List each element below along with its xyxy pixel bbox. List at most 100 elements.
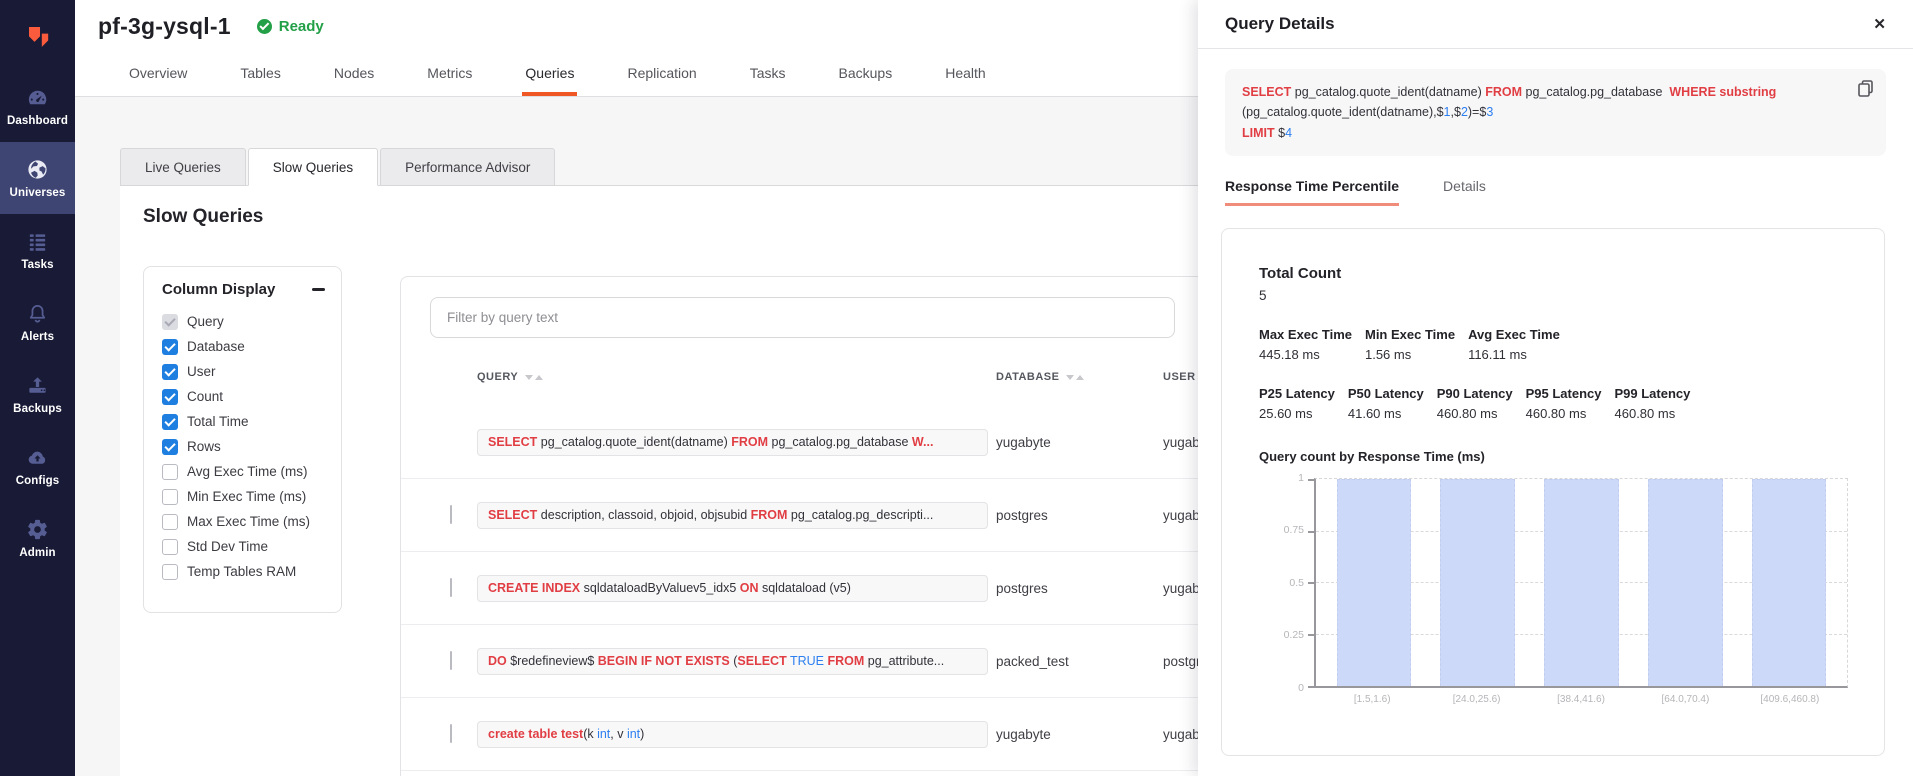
tab-metrics[interactable]: Metrics [424,65,475,96]
column-option-count[interactable]: Count [162,384,325,409]
chart-title: Query count by Response Time (ms) [1259,449,1854,464]
sidebar-item-tasks[interactable]: Tasks [0,214,75,286]
query-filter-input[interactable] [430,297,1175,338]
query-cell: SELECT description, classoid, objoid, ob… [477,502,988,529]
query-details-drawer: Query Details ✕ SELECT pg_catalog.quote_… [1198,0,1913,776]
checkbox-label: Min Exec Time (ms) [187,489,306,504]
column-option-total-time[interactable]: Total Time [162,409,325,434]
globe-icon [26,158,49,182]
stat-label: P50 Latency [1348,386,1424,401]
column-option-max-exec-time-ms[interactable]: Max Exec Time (ms) [162,509,325,534]
tab-tasks[interactable]: Tasks [747,65,789,96]
sort-desc-icon [1066,375,1074,380]
stat-label: P25 Latency [1259,386,1335,401]
query-pill[interactable]: create table test(k int, v int) [477,721,988,748]
column-display-header: Column Display [162,281,325,298]
tab-health[interactable]: Health [942,65,988,96]
checkbox[interactable] [162,339,178,355]
row-checkbox[interactable] [450,724,452,743]
sidebar-item-configs[interactable]: Configs [0,430,75,502]
query-pill[interactable]: DO $redefineview$ BEGIN IF NOT EXISTS (S… [477,648,988,675]
details-tab-details[interactable]: Details [1443,178,1486,206]
query-pill[interactable]: CREATE INDEX sqldataloadByValuev5_idx5 O… [477,575,988,602]
collapse-icon[interactable] [312,288,325,291]
y-tick-mark [1308,634,1316,636]
stat-p50-latency: P50 Latency41.60 ms [1348,386,1424,421]
column-option-avg-exec-time-ms[interactable]: Avg Exec Time (ms) [162,459,325,484]
sidebar-item-dashboard[interactable]: Dashboard [0,70,75,142]
checkbox-label: Total Time [187,414,249,429]
column-option-user[interactable]: User [162,359,325,384]
query-pill[interactable]: SELECT pg_catalog.quote_ident(datname) F… [477,429,988,456]
checkbox-label: User [187,364,216,379]
checkbox[interactable] [162,564,178,580]
stat-p99-latency: P99 Latency460.80 ms [1615,386,1691,421]
database-cell: yugabyte [996,435,1163,450]
column-header-query[interactable]: QUERY [477,371,988,383]
stat-p90-latency: P90 Latency460.80 ms [1437,386,1513,421]
tab-tables[interactable]: Tables [237,65,283,96]
checkbox[interactable] [162,414,178,430]
details-tab-response-time-percentile[interactable]: Response Time Percentile [1225,178,1399,206]
stat-label: Min Exec Time [1365,327,1455,342]
column-option-database[interactable]: Database [162,334,325,359]
subtab-slow-queries[interactable]: Slow Queries [248,148,378,186]
tab-backups[interactable]: Backups [836,65,896,96]
histogram-bar[interactable] [1337,479,1412,686]
sidebar-item-admin[interactable]: Admin [0,502,75,574]
stat-value: 460.80 ms [1615,406,1691,421]
checkbox[interactable] [162,439,178,455]
row-checkbox[interactable] [450,505,452,524]
universe-tabs: Overview Tables Nodes Metrics Queries Replica… [126,65,989,96]
histogram-bar[interactable] [1544,479,1619,686]
checkbox[interactable] [162,464,178,480]
column-option-std-dev-time[interactable]: Std Dev Time [162,534,325,559]
tab-replication[interactable]: Replication [624,65,699,96]
stat-label: Avg Exec Time [1468,327,1560,342]
response-time-chart: 00.250.50.751 [1.5,1.6)[24.0,25.6)[38.4,… [1259,478,1854,705]
histogram-bar[interactable] [1440,479,1515,686]
exec-stats: Max Exec Time445.18 msMin Exec Time1.56 … [1259,327,1854,362]
column-option-temp-tables-ram[interactable]: Temp Tables RAM [162,559,325,584]
checkbox-label: Max Exec Time (ms) [187,514,310,529]
chart-x-axis-labels: [1.5,1.6)[24.0,25.6)[38.4,41.6)[64.0,70.… [1314,694,1848,705]
row-checkbox[interactable] [450,651,452,670]
column-option-query[interactable]: Query [162,309,325,334]
checkbox[interactable] [162,489,178,505]
checkbox[interactable] [162,514,178,530]
sql-line: LIMIT $4 [1242,123,1838,143]
cloud-icon [26,446,49,470]
histogram-bar[interactable] [1648,479,1723,686]
column-option-rows[interactable]: Rows [162,434,325,459]
query-pill[interactable]: SELECT description, classoid, objoid, ob… [477,502,988,529]
y-tick-mark [1308,531,1316,533]
stat-value: 460.80 ms [1526,406,1602,421]
sidebar-item-label: Backups [13,403,62,415]
subtab-performance-advisor[interactable]: Performance Advisor [380,148,555,186]
subtab-live-queries[interactable]: Live Queries [120,148,246,186]
row-checkbox[interactable] [450,578,452,597]
database-cell: packed_test [996,654,1163,669]
sql-statement-box: SELECT pg_catalog.quote_ident(datname) F… [1225,69,1886,156]
column-option-min-exec-time-ms[interactable]: Min Exec Time (ms) [162,484,325,509]
tab-nodes[interactable]: Nodes [331,65,377,96]
checkbox-label: Std Dev Time [187,539,268,554]
sidebar-item-universes[interactable]: Universes [0,142,75,214]
drawer-header: Query Details ✕ [1198,0,1913,49]
sidebar-item-label: Tasks [21,259,53,271]
tab-overview[interactable]: Overview [126,65,190,96]
yugabyte-logo[interactable] [0,0,75,70]
column-header-label: USER [1163,371,1196,383]
column-display-title: Column Display [162,281,275,298]
sidebar-item-alerts[interactable]: Alerts [0,286,75,358]
sidebar-item-backups[interactable]: Backups [0,358,75,430]
histogram-bar[interactable] [1752,479,1827,686]
checkbox[interactable] [162,389,178,405]
column-header-database[interactable]: DATABASE [996,371,1163,383]
checkbox[interactable] [162,364,178,380]
copy-icon[interactable] [1858,80,1873,103]
checkbox[interactable] [162,539,178,555]
tab-queries[interactable]: Queries [522,65,577,96]
stat-value: 116.11 ms [1468,347,1560,362]
close-icon[interactable]: ✕ [1873,15,1886,33]
